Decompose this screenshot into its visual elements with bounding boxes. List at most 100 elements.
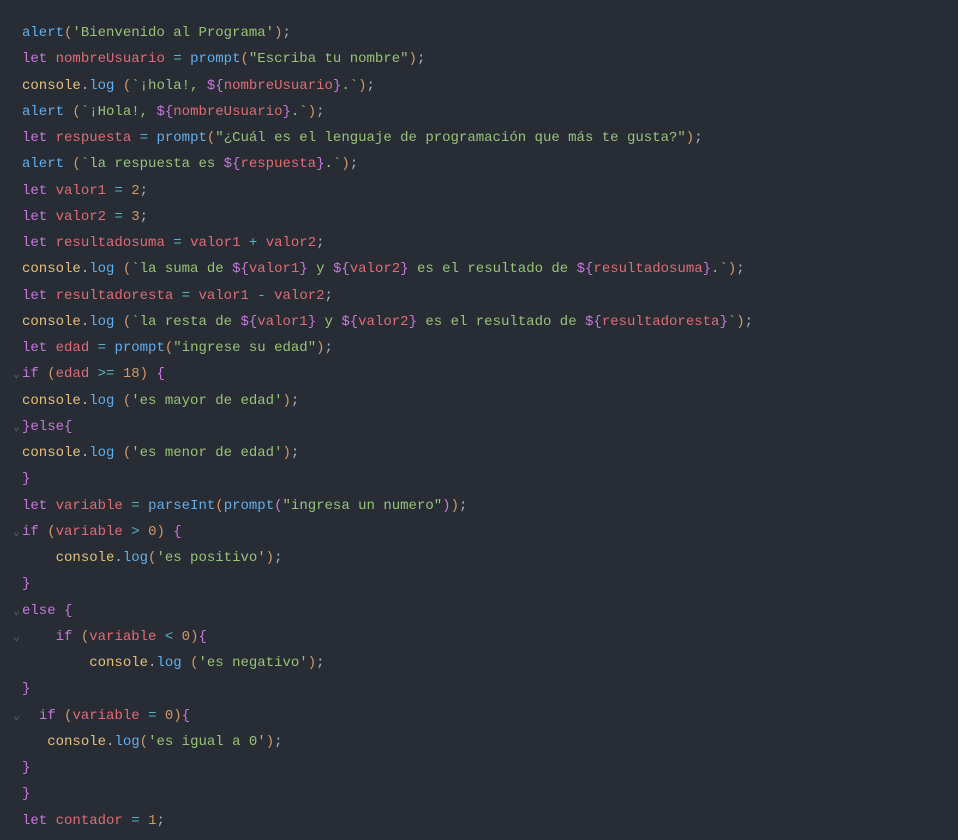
code-content[interactable]: let nombreUsuario = prompt("Escriba tu n… [22,46,425,72]
code-line[interactable]: ⌄else { [0,598,958,624]
code-line[interactable]: console.log ('es mayor de edad'); [0,388,958,414]
code-line[interactable]: let valor1 = 2; [0,178,958,204]
chevron-down-icon[interactable]: ⌄ [13,709,20,723]
code-content[interactable]: console.log ('es negativo'); [22,650,325,676]
token-paren1: ) [282,393,290,409]
token-var: nombreUsuario [56,51,165,67]
code-line[interactable]: console.log ('es negativo'); [0,650,958,676]
code-content[interactable]: console.log (`¡hola!, ${nombreUsuario}.`… [22,73,375,99]
token-kw: let [22,813,47,829]
code-content[interactable]: let valor1 = 2; [22,178,148,204]
code-line[interactable]: let resultadosuma = valor1 + valor2; [0,230,958,256]
code-line[interactable]: let valor2 = 3; [0,204,958,230]
code-content[interactable]: } [22,571,30,597]
fold-gutter[interactable]: ⌄ [0,414,22,440]
code-line[interactable]: } [0,755,958,781]
code-content[interactable]: let resultadosuma = valor1 + valor2; [22,230,325,256]
code-line[interactable]: console.log ('es menor de edad'); [0,440,958,466]
code-line[interactable]: let contador = 1; [0,808,958,834]
token-fn: log [114,734,139,750]
token-paren2: { [198,629,206,645]
token-brace: ${ [577,261,594,277]
fold-gutter[interactable]: ⌄ [0,598,22,624]
token-tpl: `¡hola!, [131,78,207,94]
fold-gutter[interactable]: ⌄ [0,624,22,650]
code-content[interactable]: let edad = prompt("ingrese su edad"); [22,335,333,361]
code-content[interactable]: }else{ [22,414,72,440]
code-content[interactable]: alert (`la respuesta es ${respuesta}.`); [22,151,358,177]
chevron-down-icon[interactable]: ⌄ [13,604,20,618]
token-tpl: y [308,261,333,277]
code-line[interactable]: let nombreUsuario = prompt("Escriba tu n… [0,46,958,72]
code-content[interactable]: console.log (`la resta de ${valor1} y ${… [22,309,753,335]
code-content[interactable]: if (variable < 0){ [22,624,207,650]
code-content[interactable]: alert('Bienvenido al Programa'); [22,20,291,46]
code-line[interactable]: let variable = parseInt(prompt("ingresa … [0,493,958,519]
fold-gutter[interactable]: ⌄ [0,703,22,729]
code-content[interactable]: console.log('es positivo'); [22,545,282,571]
code-line[interactable]: console.log (`la suma de ${valor1} y ${v… [0,256,958,282]
code-line[interactable]: } [0,781,958,807]
code-content[interactable]: let valor2 = 3; [22,204,148,230]
code-line[interactable]: ⌄if (variable > 0) { [0,519,958,545]
code-line[interactable]: } [0,571,958,597]
token-brace: } [22,760,30,776]
code-content[interactable]: else { [22,598,72,624]
code-content[interactable]: let contador = 1; [22,808,165,834]
code-line[interactable]: console.log (`¡hola!, ${nombreUsuario}.`… [0,73,958,99]
code-line[interactable]: } [0,676,958,702]
code-line[interactable]: ⌄}else{ [0,414,958,440]
code-content[interactable]: console.log (`la suma de ${valor1} y ${v… [22,256,745,282]
code-line[interactable]: console.log('es positivo'); [0,545,958,571]
token-punc: ; [350,156,358,172]
code-content[interactable]: let variable = parseInt(prompt("ingresa … [22,493,467,519]
token-obj: console [22,393,81,409]
token-var: resultadosuma [56,235,165,251]
code-line[interactable]: ⌄ if (variable = 0){ [0,703,958,729]
code-editor[interactable]: alert('Bienvenido al Programa');let nomb… [0,0,958,834]
token-kw: let [22,340,47,356]
token-kw: let [22,209,47,225]
chevron-down-icon[interactable]: ⌄ [13,420,20,434]
fold-gutter[interactable]: ⌄ [0,361,22,387]
code-content[interactable]: console.log('es igual a 0'); [22,729,283,755]
code-content[interactable]: if (variable > 0) { [22,519,182,545]
token-punc: . [81,261,89,277]
token-kw: if [22,524,39,540]
code-content[interactable]: alert (`¡Hola!, ${nombreUsuario}.`); [22,99,325,125]
token-num: 3 [131,209,139,225]
code-content[interactable]: } [22,676,30,702]
code-line[interactable]: let edad = prompt("ingrese su edad"); [0,335,958,361]
code-content[interactable]: } [22,781,30,807]
code-line[interactable]: alert (`la respuesta es ${respuesta}.`); [0,151,958,177]
fold-gutter[interactable]: ⌄ [0,519,22,545]
code-line[interactable]: } [0,466,958,492]
token-default [123,524,131,540]
code-content[interactable]: if (variable = 0){ [22,703,190,729]
token-paren1: ) [316,340,324,356]
code-content[interactable]: } [22,755,30,781]
code-line[interactable]: ⌄if (edad >= 18) { [0,361,958,387]
code-line[interactable]: alert('Bienvenido al Programa'); [0,20,958,46]
code-line[interactable]: alert (`¡Hola!, ${nombreUsuario}.`); [0,99,958,125]
chevron-down-icon[interactable]: ⌄ [13,630,20,644]
token-obj: console [56,550,115,566]
token-tpl: es el resultado de [417,314,585,330]
code-line[interactable]: ⌄ if (variable < 0){ [0,624,958,650]
code-content[interactable]: let resultadoresta = valor1 - valor2; [22,283,333,309]
code-line[interactable]: let resultadoresta = valor1 - valor2; [0,283,958,309]
code-content[interactable]: } [22,466,30,492]
code-line[interactable]: console.log (`la resta de ${valor1} y ${… [0,309,958,335]
code-content[interactable]: console.log ('es menor de edad'); [22,440,299,466]
chevron-down-icon[interactable]: ⌄ [13,367,20,381]
code-line[interactable]: console.log('es igual a 0'); [0,729,958,755]
code-content[interactable]: console.log ('es mayor de edad'); [22,388,299,414]
token-var: variable [72,708,139,724]
token-default [39,366,47,382]
code-line[interactable]: let respuesta = prompt("¿Cuál es el leng… [0,125,958,151]
token-paren1: ( [215,498,223,514]
chevron-down-icon[interactable]: ⌄ [13,525,20,539]
code-content[interactable]: let respuesta = prompt("¿Cuál es el leng… [22,125,703,151]
code-content[interactable]: if (edad >= 18) { [22,361,165,387]
token-op: = [114,209,122,225]
